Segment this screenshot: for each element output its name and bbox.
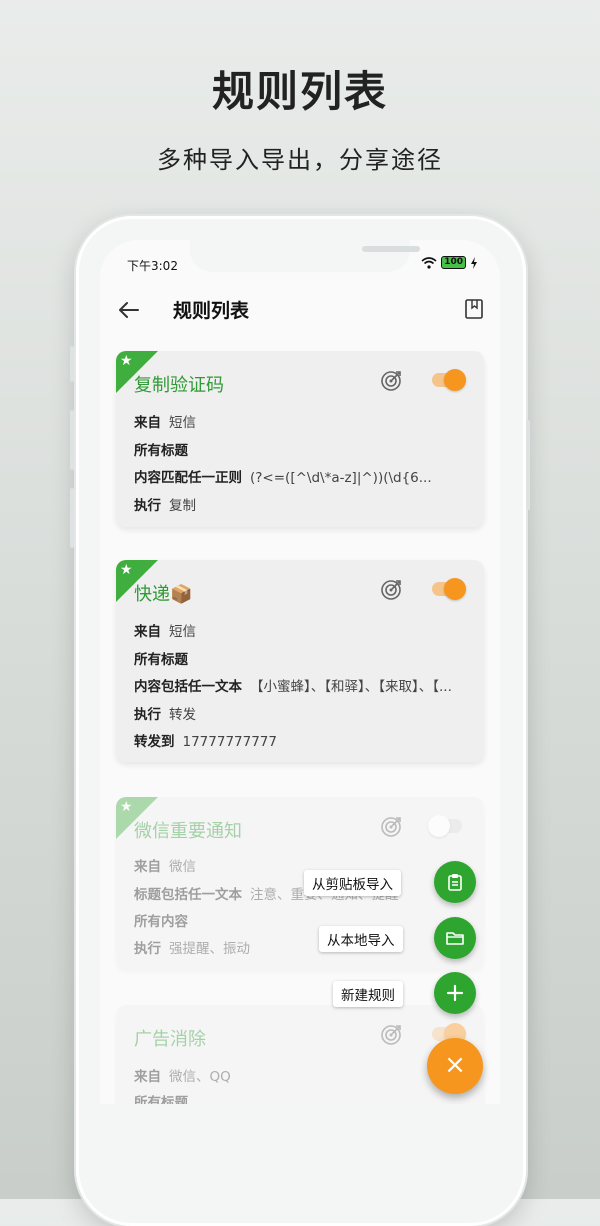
rule-row: 执行 复制	[134, 498, 196, 514]
rule-row: 转发到 17777777777	[134, 734, 277, 750]
notch	[190, 240, 420, 272]
volume-up-button	[70, 410, 74, 470]
rule-row: 所有标题	[134, 652, 188, 668]
mute-switch	[70, 346, 74, 382]
clipboard-icon	[448, 874, 462, 891]
clipboard-import-label[interactable]: 从剪贴板导入	[304, 870, 401, 896]
star-icon: ★	[120, 562, 133, 578]
plus-icon	[446, 984, 464, 1002]
rule-card-copy-code[interactable]: ★ 复制验证码 来自 短信 所有标题 内容匹配任一正则 (?<=([^\d\*a-z…	[116, 351, 484, 527]
rule-row: 来自 短信	[134, 624, 196, 640]
speaker	[362, 246, 420, 252]
rule-title: 复制验证码	[134, 375, 224, 396]
rule-row: 执行 转发	[134, 707, 196, 723]
bookmark-icon[interactable]	[464, 298, 484, 320]
rule-row: 来自 短信	[134, 415, 196, 431]
rule-toggle[interactable]	[432, 369, 466, 391]
rule-row: 内容包括任一文本 【小蜜蜂】、【和驿】、【来取】、【...	[134, 679, 452, 695]
new-rule-label[interactable]: 新建规则	[333, 981, 403, 1007]
headline-title: 规则列表	[211, 67, 388, 116]
battery-icon: 100	[441, 256, 466, 269]
page-title: 规则列表	[173, 300, 250, 322]
rule-row: 所有内容	[134, 914, 188, 930]
target-icon[interactable]	[379, 578, 403, 602]
volume-down-button	[70, 488, 74, 548]
rule-toggle[interactable]	[428, 815, 462, 837]
star-icon: ★	[120, 353, 133, 369]
app-screen: 下午3:02 100 规则列表 ★ 复制验证码 来自 短信 所有标题 内容匹配任一…	[100, 240, 500, 1104]
clipboard-import-button[interactable]	[434, 861, 476, 903]
rule-card-express[interactable]: ★ 快递📦 来自 短信 所有标题 内容包括任一文本 【小蜜蜂】、【和驿】、【来取】、…	[116, 560, 484, 762]
target-icon[interactable]	[379, 1023, 403, 1047]
rule-row: 内容匹配任一正则 (?<=([^\d\*a-z]|^))(\d{6...	[134, 470, 432, 486]
app-bar: 规则列表	[100, 288, 500, 332]
back-arrow-icon[interactable]	[116, 297, 142, 323]
power-button	[526, 420, 530, 510]
headline-subtitle: 多种导入导出，分享途径	[157, 146, 443, 174]
local-import-button[interactable]	[434, 917, 476, 959]
rule-row: 所有标题	[134, 443, 188, 459]
new-rule-button[interactable]	[434, 972, 476, 1014]
folder-icon	[446, 932, 464, 945]
rule-title: 广告消除	[134, 1029, 206, 1050]
status-time: 下午3:02	[127, 259, 178, 273]
status-icons: 100	[421, 256, 478, 269]
rule-row: 所有标题	[134, 1095, 188, 1104]
target-icon[interactable]	[379, 369, 403, 393]
close-fab-button[interactable]: ×	[427, 1038, 483, 1094]
rule-toggle[interactable]	[432, 578, 466, 600]
rule-title: 微信重要通知	[134, 821, 242, 842]
rule-row: 执行 强提醒、振动	[134, 941, 250, 957]
rule-row: 来自 微信、QQ	[134, 1069, 231, 1085]
rule-row: 来自 微信	[134, 859, 196, 875]
charging-icon	[471, 256, 477, 269]
local-import-label[interactable]: 从本地导入	[319, 926, 403, 952]
star-icon: ★	[120, 799, 133, 815]
rule-title: 快递📦	[134, 584, 193, 605]
wifi-icon	[421, 256, 437, 269]
target-icon[interactable]	[379, 815, 403, 839]
rule-card-wechat-notice[interactable]: ★ 微信重要通知 来自微信 标题包括任一文本注意、重要、通知、提醒 所有内容 执…	[116, 797, 484, 969]
